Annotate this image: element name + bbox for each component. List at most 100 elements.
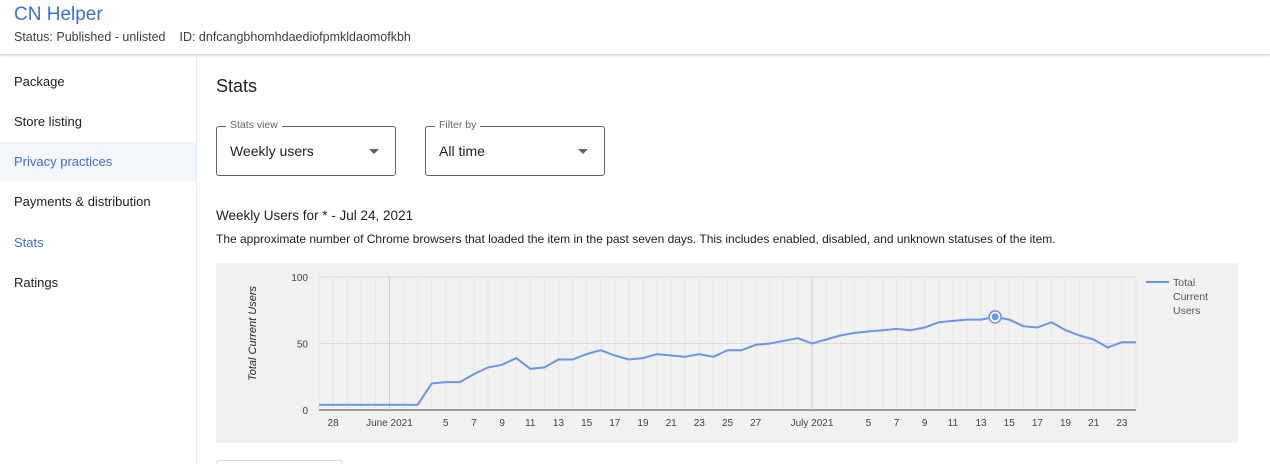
data-point[interactable] [458,380,462,384]
data-point[interactable] [542,365,546,369]
data-point[interactable] [317,403,321,407]
sidebar-item-privacy-practices[interactable]: Privacy practices [0,142,196,182]
stats-view-value: Weekly users [230,143,314,159]
data-point[interactable] [895,327,899,331]
legend-label: Current [1173,291,1208,303]
data-point[interactable] [669,353,673,357]
data-point[interactable] [909,328,913,332]
data-point[interactable] [852,331,856,335]
data-point[interactable] [373,403,377,407]
data-point[interactable] [740,348,744,352]
data-point[interactable] [571,357,575,361]
data-point[interactable] [331,403,335,407]
data-point[interactable] [627,357,631,361]
data-point[interactable] [1035,326,1039,330]
x-tick-label: 13 [553,418,565,429]
x-tick-label: 19 [637,418,649,429]
data-point[interactable] [613,353,617,357]
data-point[interactable] [923,326,927,330]
stats-view-select[interactable]: Stats view Weekly users [216,119,396,176]
data-point[interactable] [1078,334,1082,338]
data-point[interactable] [599,348,603,352]
data-point[interactable] [1092,338,1096,342]
data-point[interactable] [824,338,828,342]
data-point[interactable] [556,357,560,361]
x-tick-label: 13 [975,418,987,429]
y-axis-label: Total Current Users [247,286,259,381]
data-point[interactable] [838,334,842,338]
data-point[interactable] [697,352,701,356]
sidebar: Package Store listing Privacy practices … [0,56,197,464]
y-tick-label: 50 [297,340,309,351]
chevron-down-icon [578,149,588,154]
x-tick-label: 17 [1032,418,1044,429]
sidebar-item-package[interactable]: Package [0,62,196,102]
data-point[interactable] [683,355,687,359]
data-point[interactable] [514,356,518,360]
data-point[interactable] [387,403,391,407]
x-tick-label: 21 [666,418,678,429]
data-point[interactable] [768,342,772,346]
highlighted-point[interactable] [991,313,999,321]
filter-by-value: All time [439,143,485,159]
data-point[interactable] [528,367,532,371]
sidebar-item-ratings[interactable]: Ratings [0,263,196,303]
x-tick-label: 7 [894,418,900,429]
data-point[interactable] [1120,340,1124,344]
data-point[interactable] [655,352,659,356]
legend-label: Total [1173,277,1195,289]
x-tick-label: 9 [922,418,928,429]
sidebar-item-store-listing[interactable]: Store listing [0,102,196,142]
sidebar-item-payments-distribution[interactable]: Payments & distribution [0,182,196,222]
data-point[interactable] [641,356,645,360]
data-point[interactable] [782,339,786,343]
data-point[interactable] [430,381,434,385]
data-point[interactable] [1064,328,1068,332]
data-point[interactable] [486,365,490,369]
status-line: Status: Published - unlisted ID: dnfcangb… [14,30,411,44]
x-tick-label: July 2021 [791,418,834,429]
data-point[interactable] [1007,318,1011,322]
filter-by-label: Filter by [435,119,481,131]
data-point[interactable] [711,355,715,359]
data-point[interactable] [345,403,349,407]
data-point[interactable] [402,403,406,407]
sidebar-item-stats[interactable]: Stats [0,223,196,263]
data-point[interactable] [444,380,448,384]
data-point[interactable] [866,330,870,334]
x-tick-label: 5 [443,418,449,429]
data-point[interactable] [1049,320,1053,324]
data-point[interactable] [472,372,476,376]
data-point[interactable] [880,328,884,332]
data-point[interactable] [810,342,814,346]
app-header: CN Helper Status: Published - unlisted ID… [0,0,1270,55]
data-point[interactable] [965,318,969,322]
filter-by-select[interactable]: Filter by All time [425,119,605,176]
y-tick-label: 0 [302,406,308,417]
data-point[interactable] [726,348,730,352]
weekly-users-chart: 0 50 100 28 June 2021 5 7 9 11 13 15 17 19 21 23 25 27 Ju… [216,263,1238,443]
chart-heading: Weekly Users for * - Jul 24, 2021 [216,208,414,223]
x-tick-label: 21 [1088,418,1100,429]
x-tick-label: 23 [1116,418,1128,429]
data-point[interactable] [1021,324,1025,328]
data-point[interactable] [951,319,955,323]
chart-svg: 0 50 100 28 June 2021 5 7 9 11 13 15 17 19 21 23 25 27 Ju… [216,263,1238,443]
data-point[interactable] [1134,340,1138,344]
data-point[interactable] [359,403,363,407]
data-point[interactable] [585,352,589,356]
bottom-button[interactable] [216,460,343,464]
page-title: Stats [216,76,258,96]
data-point[interactable] [1106,345,1110,349]
chevron-down-icon [369,149,379,154]
data-point[interactable] [937,320,941,324]
chart-description: The approximate number of Chrome browser… [216,232,1056,246]
data-point[interactable] [979,318,983,322]
data-point[interactable] [796,336,800,340]
data-point[interactable] [416,403,420,407]
data-point[interactable] [754,343,758,347]
x-tick-label: 17 [609,418,621,429]
x-tick-label: June 2021 [366,418,413,429]
x-tick-label: 11 [525,418,536,429]
data-point[interactable] [500,363,504,367]
